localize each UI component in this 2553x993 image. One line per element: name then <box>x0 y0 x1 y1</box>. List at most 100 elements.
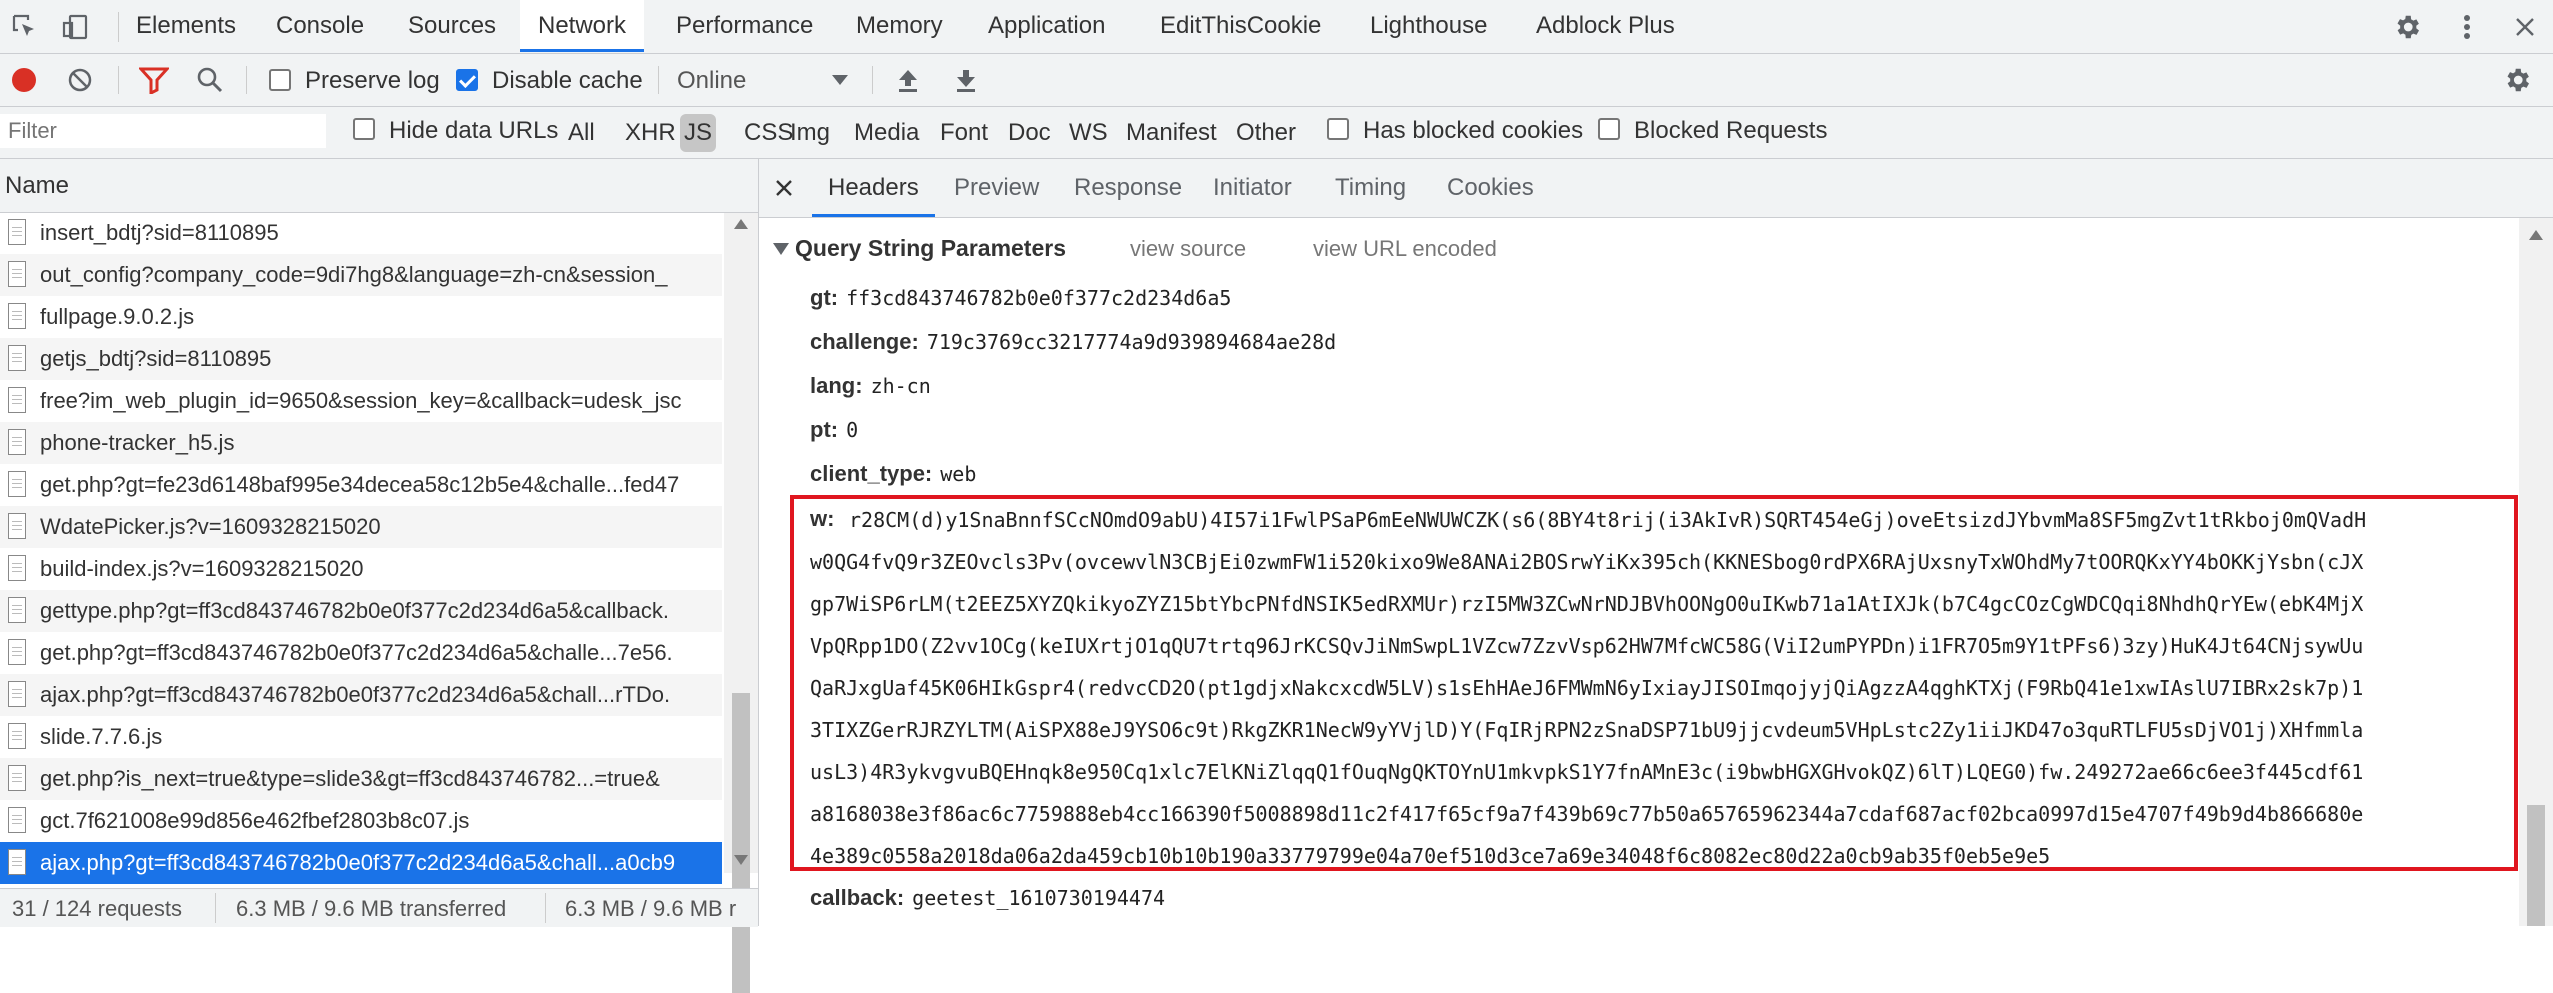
request-row[interactable]: gettype.php?gt=ff3cd843746782b0e0f377c2d… <box>0 590 722 632</box>
detail-tab-headers[interactable]: Headers <box>812 159 935 217</box>
request-name: getjs_bdtj?sid=8110895 <box>40 346 272 371</box>
request-list-scrollbar[interactable] <box>724 213 758 993</box>
close-icon[interactable] <box>2508 10 2542 44</box>
detail-tab-response[interactable]: Response <box>1074 159 1182 217</box>
clear-icon[interactable] <box>62 62 98 98</box>
query-param: challenge: 719c3769cc3217774a9d939894684a… <box>810 329 1336 355</box>
preserve-log-checkbox[interactable] <box>269 69 291 91</box>
detail-tab-cookies[interactable]: Cookies <box>1447 159 1534 217</box>
filter-type-manifest[interactable]: Manifest <box>1126 107 1217 158</box>
tab-elements[interactable]: Elements <box>118 0 254 52</box>
filter-type-js[interactable]: JS <box>680 114 717 152</box>
network-settings-icon[interactable] <box>2500 63 2534 97</box>
request-list-scrollbar-thumb[interactable] <box>732 693 750 993</box>
request-name: fullpage.9.0.2.js <box>40 304 195 329</box>
tab-sources[interactable]: Sources <box>390 0 514 52</box>
request-row[interactable]: get.php?gt=fe23d6148baf995e34decea58c12b… <box>0 464 722 506</box>
detail-scrollbar-thumb[interactable] <box>2527 805 2545 926</box>
file-icon <box>8 471 26 497</box>
file-icon <box>8 765 26 791</box>
w-param-value-line: usL3)4R3ykvgvuBQEHnqk8e950Cq1xlc7ElKNiZl… <box>810 760 2364 784</box>
filter-type-media[interactable]: Media <box>854 107 919 158</box>
requests-count: 31 / 124 requests <box>12 896 183 921</box>
w-param-value-line: w0QG4fvQ9r3ZEOvcls3Pv(ovcewvlN3CBjEi0zwm… <box>810 550 2364 574</box>
request-row[interactable]: build-index.js?v=1609328215020 <box>0 548 722 590</box>
network-toolbar: Preserve log Disable cache Online <box>0 54 2553 107</box>
request-row[interactable]: slide.7.7.6.js <box>0 716 722 758</box>
detail-tab-preview[interactable]: Preview <box>954 159 1039 217</box>
tab-lighthouse[interactable]: Lighthouse <box>1352 0 1505 52</box>
filter-type-xhr[interactable]: XHR <box>625 107 676 158</box>
filter-input[interactable] <box>0 114 326 148</box>
main-tab-bar: Elements Console Sources Network Performance… <box>0 0 2553 54</box>
param-key: client_type: <box>810 461 933 486</box>
settings-icon[interactable] <box>2390 10 2424 44</box>
w-param-value-line: VpQRpp1DO(Z2vv1OCg(keIUXrtjO1qQU7trtq96J… <box>810 634 2364 658</box>
tab-performance[interactable]: Performance <box>658 0 831 52</box>
filter-type-ws[interactable]: WS <box>1069 107 1108 158</box>
disable-cache-checkbox[interactable] <box>456 69 478 91</box>
request-row[interactable]: ajax.php?gt=ff3cd843746782b0e0f377c2d234… <box>0 842 722 884</box>
upload-icon[interactable] <box>892 64 924 96</box>
status-bar: 31 / 124 requests 6.3 MB / 9.6 MB transf… <box>0 888 758 927</box>
file-icon <box>8 555 26 581</box>
device-toolbar-icon[interactable] <box>58 10 92 44</box>
record-icon[interactable] <box>6 62 42 98</box>
blocked-requests-label: Blocked Requests <box>1634 117 1828 144</box>
file-icon <box>8 513 26 539</box>
request-row[interactable]: free?im_web_plugin_id=9650&session_key=&… <box>0 380 722 422</box>
tab-editthiscookie[interactable]: EditThisCookie <box>1142 0 1339 52</box>
request-row[interactable]: get.php?gt=ff3cd843746782b0e0f377c2d234d… <box>0 632 722 674</box>
blocked-requests-checkbox[interactable] <box>1598 118 1620 140</box>
filter-type-doc[interactable]: Doc <box>1008 107 1051 158</box>
request-row[interactable]: WdatePicker.js?v=1609328215020 <box>0 506 722 548</box>
transferred-size: 6.3 MB / 9.6 MB transferred <box>236 896 507 921</box>
filter-type-css[interactable]: CSS <box>744 107 793 158</box>
download-icon[interactable] <box>950 64 982 96</box>
query-param: pt: 0 <box>810 417 858 443</box>
request-name: out_config?company_code=9di7hg8&language… <box>40 262 668 287</box>
request-row[interactable]: ajax.php?gt=ff3cd843746782b0e0f377c2d234… <box>0 674 722 716</box>
request-row[interactable]: get.php?is_next=true&type=slide3&gt=ff3c… <box>0 758 722 800</box>
filter-type-img[interactable]: Img <box>790 107 830 158</box>
request-row[interactable]: phone-tracker_h5.js <box>0 422 722 464</box>
filter-icon[interactable] <box>136 62 172 98</box>
throttle-dropdown-icon[interactable] <box>828 70 852 90</box>
request-row[interactable]: insert_bdtj?sid=8110895 <box>0 212 722 254</box>
param-value: 0 <box>846 418 859 442</box>
search-icon[interactable] <box>192 62 228 98</box>
close-detail-icon[interactable] <box>769 173 799 203</box>
request-name: WdatePicker.js?v=1609328215020 <box>40 514 381 539</box>
request-row[interactable]: out_config?company_code=9di7hg8&language… <box>0 254 722 296</box>
request-row[interactable]: gct.7f621008e99d856e462fbef2803b8c07.js <box>0 800 722 842</box>
detail-tab-timing[interactable]: Timing <box>1335 159 1406 217</box>
view-source-link[interactable]: view source <box>1130 236 1246 262</box>
tab-network[interactable]: Network <box>520 0 645 52</box>
request-row[interactable]: getjs_bdtj?sid=8110895 <box>0 338 722 380</box>
detail-scrollbar[interactable] <box>2519 218 2553 926</box>
filter-type-font[interactable]: Font <box>940 107 988 158</box>
filter-type-all[interactable]: All <box>568 107 595 158</box>
callback-param: callback: geetest_1610730194474 <box>810 885 1165 911</box>
param-value: zh-cn <box>870 374 931 398</box>
request-row[interactable]: fullpage.9.0.2.js <box>0 296 722 338</box>
tab-console[interactable]: Console <box>258 0 382 52</box>
view-url-encoded-link[interactable]: view URL encoded <box>1313 236 1497 262</box>
has-blocked-cookies-checkbox[interactable] <box>1327 118 1349 140</box>
param-value: ff3cd843746782b0e0f377c2d234d6a5 <box>846 286 1232 310</box>
detail-tab-initiator[interactable]: Initiator <box>1213 159 1292 217</box>
detail-tab-bar: Headers Preview Response Initiator Timing Coo… <box>759 159 2553 218</box>
throttle-select[interactable]: Online <box>677 67 746 95</box>
more-vert-icon[interactable] <box>2450 10 2484 44</box>
filter-type-other[interactable]: Other <box>1236 107 1296 158</box>
hide-data-urls-label: Hide data URLs <box>389 117 559 144</box>
request-name: gct.7f621008e99d856e462fbef2803b8c07.js <box>40 808 470 833</box>
tab-adblock-plus[interactable]: Adblock Plus <box>1518 0 1693 52</box>
name-column-header[interactable]: Name <box>0 159 758 213</box>
section-title: Query String Parameters <box>795 235 1067 261</box>
inspect-icon[interactable] <box>8 10 42 44</box>
tab-application[interactable]: Application <box>970 0 1123 52</box>
tab-memory[interactable]: Memory <box>838 0 961 52</box>
request-name: get.php?is_next=true&type=slide3&gt=ff3c… <box>40 766 660 791</box>
hide-data-urls-checkbox[interactable] <box>353 118 375 140</box>
